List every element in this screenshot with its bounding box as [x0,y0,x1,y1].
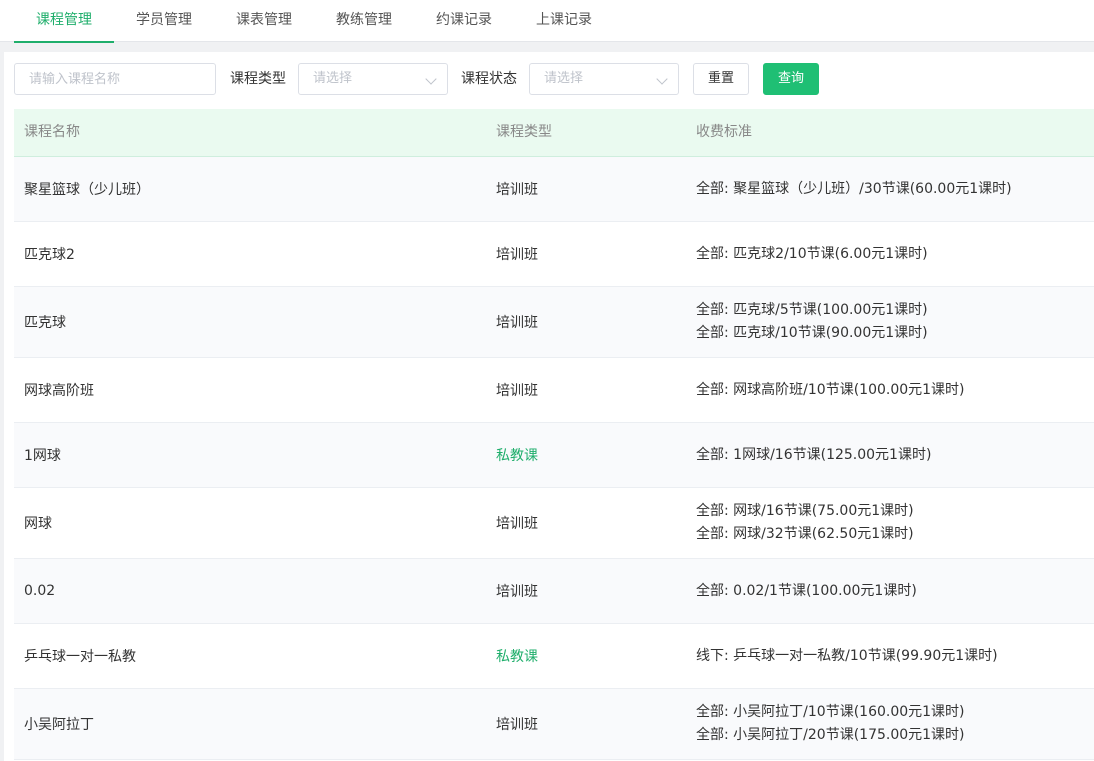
fee-line: 全部: 网球高阶班/10节课(100.00元1课时) [696,381,965,398]
course-name-cell: 乒乓球一对一私教 [24,649,136,665]
course-type-cell: 培训班 [496,383,538,399]
header-course-name: 课程名称 [24,124,80,140]
course-name-cell: 网球 [24,516,52,532]
fee-line: 全部: 网球/32节课(62.50元1课时) [696,526,914,542]
tab-coach-management[interactable]: 教练管理 [314,0,414,42]
header-course-type: 课程类型 [496,124,552,140]
chevron-down-icon [656,73,668,85]
course-type-cell: 培训班 [496,584,538,600]
top-tab-bar: 课程管理 学员管理 课表管理 教练管理 约课记录 上课记录 [0,0,1094,43]
fee-standard-cell: 全部: 匹克球2/10节课(6.00元1课时) [696,222,928,286]
table-row[interactable]: 匹克球 培训班 全部: 匹克球/5节课(100.00元1课时) 全部: 匹克球/10节… [14,287,1094,358]
fee-standard-cell: 全部: 网球/16节课(75.00元1课时) 全部: 网球/32节课(62.50元… [696,488,914,558]
fee-line: 全部: 小吴阿拉丁/10节课(160.00元1课时) [696,704,965,720]
table-row[interactable]: 网球 培训班 全部: 网球/16节课(75.00元1课时) 全部: 网球/32节课(6… [14,488,1094,559]
tab-booking-records[interactable]: 约课记录 [414,0,514,42]
course-type-label: 课程类型 [230,71,286,87]
course-type-select[interactable]: 请选择 [298,63,448,95]
table-row[interactable]: 0.02 培训班 全部: 0.02/1节课(100.00元1课时) [14,559,1094,624]
course-name-search-input[interactable] [14,63,216,95]
course-name-cell: 小吴阿拉丁 [24,717,94,733]
course-status-label: 课程状态 [461,71,517,87]
course-type-cell: 培训班 [496,516,538,532]
table-row[interactable]: 网球高阶班 培训班 全部: 网球高阶班/10节课(100.00元1课时) [14,358,1094,423]
course-name-cell: 1网球 [24,448,61,464]
tab-student-management[interactable]: 学员管理 [114,0,214,42]
tab-schedule-management[interactable]: 课表管理 [214,0,314,42]
tab-class-records[interactable]: 上课记录 [514,0,614,42]
reset-button[interactable]: 重置 [693,63,749,95]
fee-line: 全部: 网球/16节课(75.00元1课时) [696,503,914,519]
chevron-down-icon [425,73,437,85]
course-name-cell: 网球高阶班 [24,383,94,399]
fee-line: 全部: 小吴阿拉丁/20节课(175.00元1课时) [696,727,965,743]
course-name-cell: 聚星篮球（少儿班） [24,182,150,198]
course-name-cell: 0.02 [24,583,56,599]
course-type-cell: 私教课 [496,649,538,665]
header-fee-standard: 收费标准 [696,124,752,140]
fee-standard-cell: 全部: 网球高阶班/10节课(100.00元1课时) [696,358,965,422]
fee-line: 全部: 聚星篮球（少儿班）/30节课(60.00元1课时) [696,180,1012,197]
fee-standard-cell: 全部: 小吴阿拉丁/10节课(160.00元1课时) 全部: 小吴阿拉丁/20节课… [696,689,965,759]
table-row[interactable]: 聚星篮球（少儿班） 培训班 全部: 聚星篮球（少儿班）/30节课(60.00元1课时… [14,157,1094,222]
course-type-cell: 私教课 [496,448,538,464]
fee-standard-cell: 全部: 1网球/16节课(125.00元1课时) [696,423,931,487]
table-row[interactable]: 小吴阿拉丁 培训班 全部: 小吴阿拉丁/10节课(160.00元1课时) 全部: 小吴… [14,689,1094,760]
course-type-cell: 培训班 [496,182,538,198]
course-type-cell: 培训班 [496,315,538,331]
fee-standard-cell: 全部: 0.02/1节课(100.00元1课时) [696,559,917,623]
fee-line: 全部: 0.02/1节课(100.00元1课时) [696,582,917,599]
fee-line: 全部: 匹克球/5节课(100.00元1课时) [696,302,928,318]
fee-line: 全部: 1网球/16节课(125.00元1课时) [696,446,932,463]
fee-standard-cell: 线下: 乒乓球一对一私教/10节课(99.90元1课时) [696,624,998,688]
tab-course-management[interactable]: 课程管理 [14,0,114,43]
course-status-select[interactable]: 请选择 [529,63,679,95]
table-row[interactable]: 乒乓球一对一私教 私教课 线下: 乒乓球一对一私教/10节课(99.90元1课时) [14,624,1094,689]
fee-line: 线下: 乒乓球一对一私教/10节课(99.90元1课时) [696,647,998,664]
course-type-placeholder: 请选择 [313,71,353,86]
fee-line: 全部: 匹克球/10节课(90.00元1课时) [696,325,928,341]
query-button[interactable]: 查询 [763,63,819,95]
table-row[interactable]: 匹克球2 培训班 全部: 匹克球2/10节课(6.00元1课时) [14,222,1094,287]
course-name-cell: 匹克球2 [24,247,75,263]
fee-standard-cell: 全部: 匹克球/5节课(100.00元1课时) 全部: 匹克球/10节课(90.0… [696,287,928,357]
course-status-placeholder: 请选择 [544,71,584,86]
table-row[interactable]: 1网球 私教课 全部: 1网球/16节课(125.00元1课时) [14,423,1094,488]
course-name-cell: 匹克球 [24,315,66,331]
course-type-cell: 培训班 [496,717,538,733]
fee-standard-cell: 全部: 聚星篮球（少儿班）/30节课(60.00元1课时) [696,157,1012,221]
course-type-cell: 培训班 [496,247,538,263]
table-header: 课程名称 课程类型 收费标准 [14,109,1094,157]
fee-line: 全部: 匹克球2/10节课(6.00元1课时) [696,245,928,262]
